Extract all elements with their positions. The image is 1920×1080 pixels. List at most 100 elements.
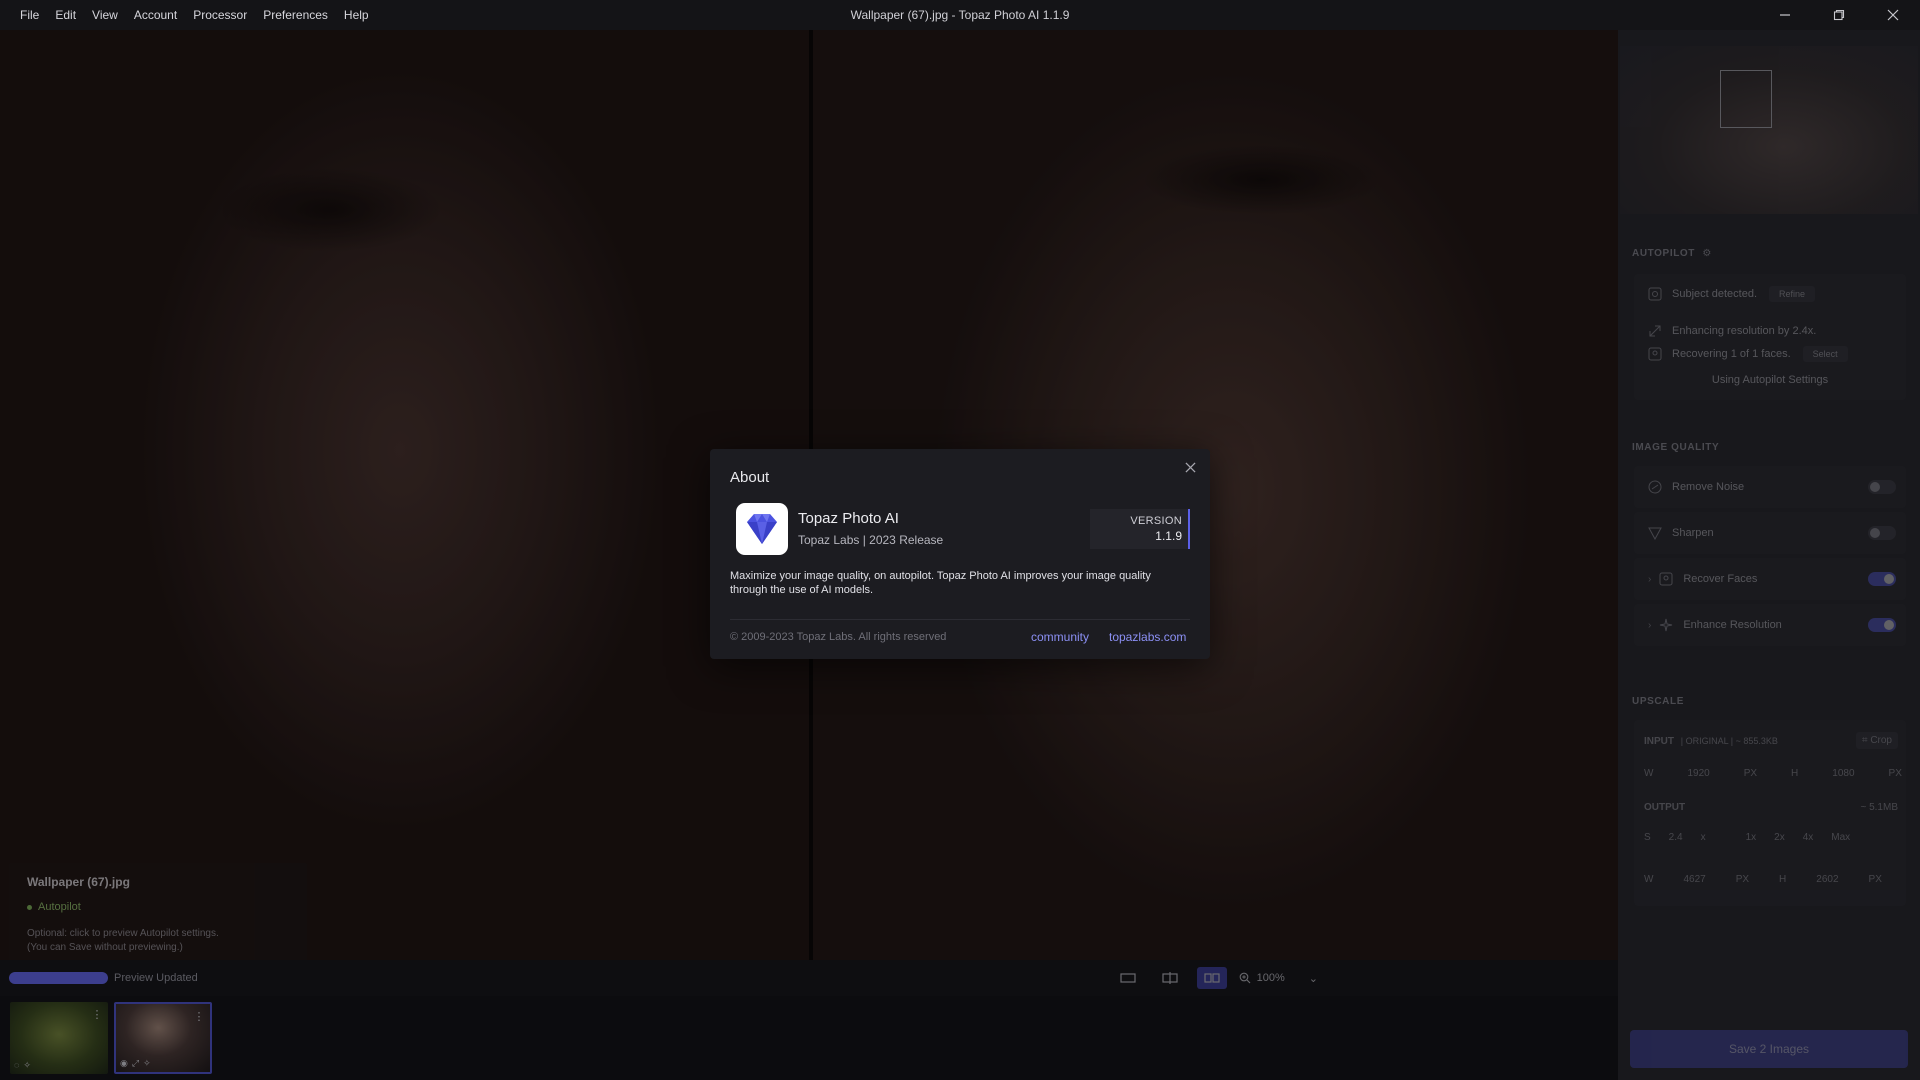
recover-faces-icon [1659,572,1673,586]
expand-icon [1648,324,1662,338]
thumbnail-image-2[interactable]: ⋮ ◉ ⤢ ✧ [114,1002,212,1074]
split-view-button[interactable] [1155,967,1185,989]
dialog-divider [730,619,1190,620]
input-meta: | ORIGINAL | ~ 855.3KB [1680,736,1778,746]
face-badge-icon: ◉ [120,1058,128,1068]
restore-button[interactable] [1812,0,1866,30]
more-options-icon[interactable]: ⋮ [192,1008,206,1024]
input-label: INPUT [1644,736,1674,747]
side-by-side-view-icon [1204,973,1220,983]
input-height-value: 1080 [1832,768,1855,779]
close-icon [1887,9,1899,21]
input-width-value: 1920 [1687,768,1710,779]
image-filename: Wallpaper (67).jpg [27,875,130,889]
recover-faces-toggle[interactable] [1868,572,1896,586]
recovering-row: Recovering 1 of 1 faces. Select [1648,346,1892,362]
copyright-text: © 2009-2023 Topaz Labs. All rights reser… [730,631,947,643]
single-view-icon [1120,973,1136,983]
subject-icon [1648,287,1662,301]
website-link[interactable]: topazlabs.com [1109,630,1186,644]
crop-label: Crop [1870,735,1892,746]
using-settings-row: Using Autopilot Settings [1648,374,1892,386]
single-view-button[interactable] [1113,967,1143,989]
input-size-row: W 1920 PX H 1080 PX [1644,768,1902,779]
output-width-input[interactable]: 4627 [1683,874,1705,885]
chevron-right-icon[interactable]: › [1648,620,1651,631]
scale-row: S 2.4 x 1x 2x 4x Max [1644,832,1850,843]
subject-row: Subject detected. Refine [1648,286,1892,302]
chevron-down-icon[interactable]: ⌄ [1309,972,1318,985]
recover-faces-panel[interactable]: › Recover Faces [1634,558,1906,600]
crop-button[interactable]: ⌗ Crop [1855,732,1898,749]
filmstrip: ⋮ ◌ ✧ ⋮ ◉ ⤢ ✧ [0,996,1618,1080]
upscale-badge-icon: ⤢ [131,1058,140,1068]
thumbnail-image-1[interactable]: ⋮ ◌ ✧ [10,1002,108,1074]
input-width-label: W [1644,768,1654,779]
app-subtitle: Topaz Labs | 2023 Release [798,533,944,547]
window-controls [1758,0,1920,30]
enhance-resolution-icon [1659,618,1673,632]
sharpen-toggle[interactable] [1868,526,1896,540]
scale-preset-1x[interactable]: 1x [1746,832,1757,843]
title-bar: File Edit View Account Processor Prefere… [0,0,1920,30]
menu-help[interactable]: Help [336,8,377,22]
save-images-button[interactable]: Save 2 Images [1630,1030,1908,1068]
close-icon [1184,461,1196,473]
enhance-badge-icon: ✧ [143,1058,151,1068]
image-quality-section-label: IMAGE QUALITY [1632,442,1720,453]
dialog-close-button[interactable] [1180,457,1200,477]
sharpen-icon [1648,526,1662,540]
app-description: Maximize your image quality, on autopilo… [730,570,1151,596]
right-sidebar: AUTOPILOT ⚙ Subject detected. Refine Enh… [1618,30,1920,1080]
remove-noise-row: Remove Noise [1648,480,1892,494]
enhance-resolution-panel[interactable]: › Enhance Resolution [1634,604,1906,646]
crop-icon: ⌗ [1861,735,1868,746]
face-icon [1648,347,1662,361]
chevron-right-icon[interactable]: › [1648,574,1651,585]
close-button[interactable] [1866,0,1920,30]
select-faces-button[interactable]: Select [1802,346,1848,362]
scale-input[interactable]: 2.4 [1669,832,1683,843]
using-settings-text: Using Autopilot Settings [1711,374,1829,386]
remove-noise-toggle[interactable] [1868,480,1896,494]
menu-account[interactable]: Account [126,8,185,22]
enhancing-row: Enhancing resolution by 2.4x. [1648,324,1892,338]
scale-label: S [1644,832,1651,843]
refine-button[interactable]: Refine [1769,286,1816,302]
menu-edit[interactable]: Edit [47,8,84,22]
zoom-control[interactable]: 100% ⌄ [1239,972,1318,985]
output-height-unit: PX [1868,874,1882,885]
thumbnail-badges: ◌ ✧ [14,1060,31,1071]
navigator-viewport-box[interactable] [1720,70,1772,128]
menu-processor[interactable]: Processor [185,8,255,22]
image-info-card[interactable]: Wallpaper (67).jpg Autopilot Optional: c… [9,863,307,960]
sharpen-label: Sharpen [1672,527,1714,539]
scale-preset-max[interactable]: Max [1831,832,1850,843]
output-size-row: W 4627 PX H 2602 PX [1644,874,1882,885]
menu-file[interactable]: File [12,8,47,22]
sharpen-panel[interactable]: Sharpen [1634,512,1906,554]
menu-bar: File Edit View Account Processor Prefere… [0,8,377,22]
output-height-input[interactable]: 2602 [1816,874,1838,885]
input-width-unit: PX [1743,768,1758,779]
minimize-button[interactable] [1758,0,1812,30]
navigator-preview[interactable] [1620,46,1918,214]
autopilot-note: Optional: click to preview Autopilot set… [27,927,289,955]
scale-preset-2x[interactable]: 2x [1774,832,1785,843]
autopilot-status: Autopilot [27,901,289,913]
autopilot-panel: Subject detected. Refine Enhancing resol… [1634,274,1906,400]
enhance-resolution-toggle[interactable] [1868,618,1896,632]
remove-noise-badge-icon: ◌ [14,1060,20,1070]
menu-preferences[interactable]: Preferences [255,8,336,22]
scale-preset-4x[interactable]: 4x [1803,832,1814,843]
gear-icon[interactable]: ⚙ [1702,248,1712,259]
output-height-label: H [1779,874,1787,885]
more-options-icon[interactable]: ⋮ [90,1006,104,1022]
output-label: OUTPUT [1644,802,1686,813]
view-toolbar: 100% ⌄ [1113,967,1318,989]
remove-noise-panel[interactable]: Remove Noise [1634,466,1906,508]
side-by-side-view-button[interactable] [1196,967,1227,989]
community-link[interactable]: community [1031,630,1089,644]
remove-noise-icon [1648,480,1662,494]
menu-view[interactable]: View [84,8,126,22]
